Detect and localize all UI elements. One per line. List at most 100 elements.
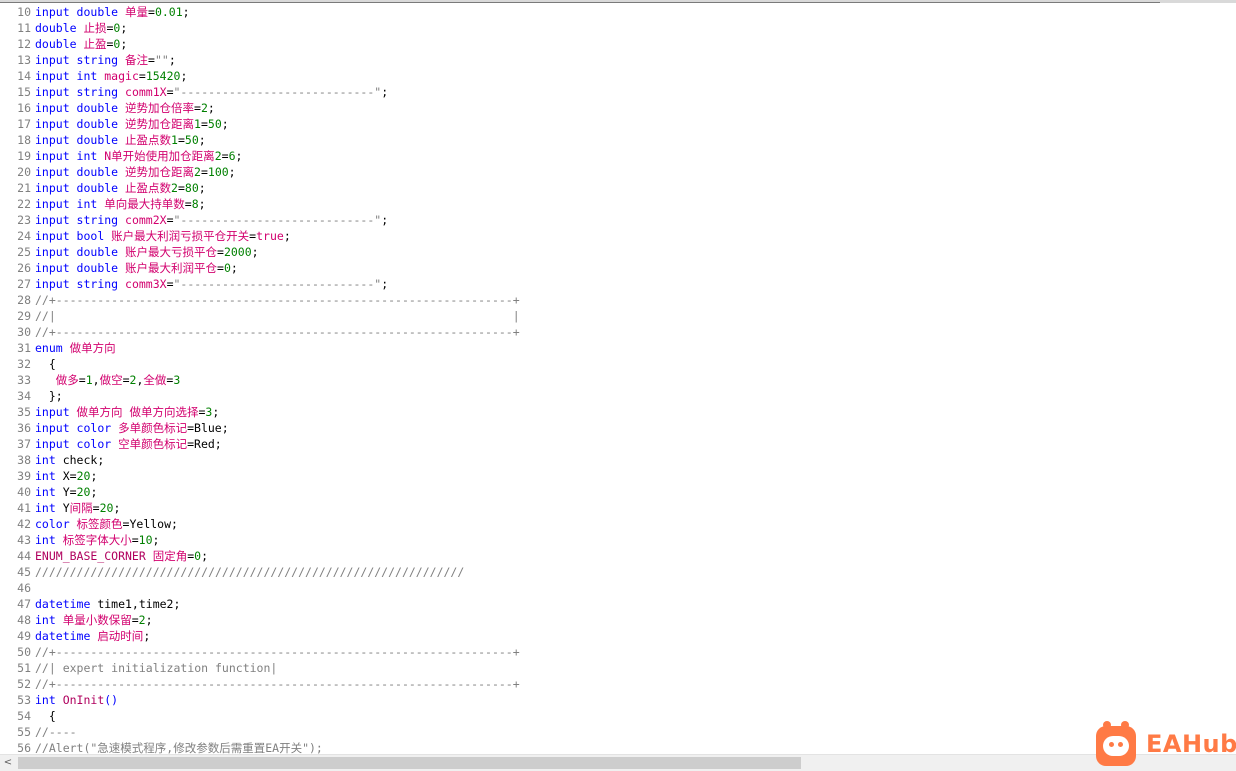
code-text[interactable]: input double 逆势加仓距离1=50;: [35, 116, 229, 132]
code-line[interactable]: 39 int X=20;: [0, 468, 1236, 484]
code-text[interactable]: input double 账户最大利润平仓=0;: [35, 260, 238, 276]
code-text[interactable]: input int N单开始使用加仓距离2=6;: [35, 148, 242, 164]
code-line[interactable]: 29 //| |: [0, 308, 1236, 324]
code-text[interactable]: int Y=20;: [35, 484, 97, 500]
code-text[interactable]: input color 空单颜色标记=Red;: [35, 436, 222, 452]
horizontal-scrollbar[interactable]: <: [0, 754, 1236, 771]
code-line[interactable]: 47 datetime time1,time2;: [0, 596, 1236, 612]
code-line[interactable]: 38 int check;: [0, 452, 1236, 468]
code-text[interactable]: input string comm2X="-------------------…: [35, 212, 388, 228]
code-text[interactable]: int OnInit(): [35, 692, 118, 708]
code-line[interactable]: 20 input double 逆势加仓距离2=100;: [0, 164, 1236, 180]
code-line[interactable]: 25 input double 账户最大亏损平仓=2000;: [0, 244, 1236, 260]
code-line[interactable]: 48 int 单量小数保留=2;: [0, 612, 1236, 628]
code-text[interactable]: int check;: [35, 452, 104, 468]
code-text[interactable]: //Alert("急速模式程序,修改参数后需重置EA开关");: [35, 740, 323, 754]
code-line[interactable]: 30 //+-----------------------------------…: [0, 324, 1236, 340]
code-line[interactable]: 37 input color 空单颜色标记=Red;: [0, 436, 1236, 452]
code-text[interactable]: input double 逆势加仓倍率=2;: [35, 100, 215, 116]
code-line[interactable]: 10 input double 单量=0.01;: [0, 4, 1236, 20]
code-text[interactable]: input string comm3X="-------------------…: [35, 276, 388, 292]
code-text[interactable]: //| |: [35, 308, 520, 324]
code-line[interactable]: 51 //| expert initialization function|: [0, 660, 1236, 676]
code-line[interactable]: 49 datetime 启动时间;: [0, 628, 1236, 644]
code-line[interactable]: 42 color 标签颜色=Yellow;: [0, 516, 1236, 532]
code-line[interactable]: 28 //+-----------------------------------…: [0, 292, 1236, 308]
code-editor[interactable]: 10 input double 单量=0.01; 11 double 止损=0; 12 d…: [0, 4, 1236, 754]
code-text[interactable]: input string 备注="";: [35, 52, 176, 68]
code-text[interactable]: input bool 账户最大利润亏损平仓开关=true;: [35, 228, 291, 244]
code-line[interactable]: 45 //////////////////////////////////////…: [0, 564, 1236, 580]
code-line[interactable]: 46: [0, 580, 1236, 596]
code-line[interactable]: 14 input int magic=15420;: [0, 68, 1236, 84]
code-text[interactable]: int 标签字体大小=10;: [35, 532, 159, 548]
code-text[interactable]: ////////////////////////////////////////…: [35, 564, 464, 580]
code-line[interactable]: 31 enum 做单方向: [0, 340, 1236, 356]
code-text[interactable]: input double 账户最大亏损平仓=2000;: [35, 244, 259, 260]
code-text[interactable]: datetime 启动时间;: [35, 628, 150, 644]
code-text[interactable]: input double 逆势加仓距离2=100;: [35, 164, 236, 180]
code-line[interactable]: 24 input bool 账户最大利润亏损平仓开关=true;: [0, 228, 1236, 244]
code-line[interactable]: 52 //+-----------------------------------…: [0, 676, 1236, 692]
code-line[interactable]: 26 input double 账户最大利润平仓=0;: [0, 260, 1236, 276]
code-line[interactable]: 44 ENUM_BASE_CORNER 固定角=0;: [0, 548, 1236, 564]
code-text[interactable]: color 标签颜色=Yellow;: [35, 516, 178, 532]
code-text[interactable]: ENUM_BASE_CORNER 固定角=0;: [35, 548, 208, 564]
code-text[interactable]: input color 多单颜色标记=Blue;: [35, 420, 229, 436]
code-text[interactable]: };: [35, 388, 63, 404]
code-line[interactable]: 36 input color 多单颜色标记=Blue;: [0, 420, 1236, 436]
code-text[interactable]: //----: [35, 724, 77, 740]
code-line[interactable]: 23 input string comm2X="-----------------…: [0, 212, 1236, 228]
line-number: 33: [17, 373, 31, 387]
code-line[interactable]: 11 double 止损=0;: [0, 20, 1236, 36]
code-line[interactable]: 32 {: [0, 356, 1236, 372]
code-line[interactable]: 13 input string 备注="";: [0, 52, 1236, 68]
code-line[interactable]: 40 int Y=20;: [0, 484, 1236, 500]
code-text[interactable]: int X=20;: [35, 468, 97, 484]
code-line[interactable]: 55 //----: [0, 724, 1236, 740]
code-line[interactable]: 56 //Alert("急速模式程序,修改参数后需重置EA开关");: [0, 740, 1236, 754]
code-line[interactable]: 34 };: [0, 388, 1236, 404]
code-line[interactable]: 18 input double 止盈点数1=50;: [0, 132, 1236, 148]
code-line[interactable]: 17 input double 逆势加仓距离1=50;: [0, 116, 1236, 132]
line-number: 43: [17, 533, 31, 547]
code-line[interactable]: 21 input double 止盈点数2=80;: [0, 180, 1236, 196]
code-text[interactable]: //+-------------------------------------…: [35, 292, 520, 308]
code-text[interactable]: {: [35, 708, 56, 724]
code-text[interactable]: input double 止盈点数1=50;: [35, 132, 206, 148]
code-line[interactable]: 54 {: [0, 708, 1236, 724]
code-text[interactable]: input double 止盈点数2=80;: [35, 180, 206, 196]
code-line[interactable]: 50 //+-----------------------------------…: [0, 644, 1236, 660]
code-text[interactable]: input int 单向最大持单数=8;: [35, 196, 206, 212]
code-text[interactable]: //| expert initialization function|: [35, 660, 277, 676]
code-text[interactable]: input string comm1X="-------------------…: [35, 84, 388, 100]
code-text[interactable]: int Y间隔=20;: [35, 500, 120, 516]
code-text[interactable]: int 单量小数保留=2;: [35, 612, 153, 628]
code-text[interactable]: input double 单量=0.01;: [35, 4, 190, 20]
code-text[interactable]: input int magic=15420;: [35, 68, 187, 84]
code-text[interactable]: //+-------------------------------------…: [35, 644, 520, 660]
code-line[interactable]: 41 int Y间隔=20;: [0, 500, 1236, 516]
code-text[interactable]: //+-------------------------------------…: [35, 676, 520, 692]
code-text[interactable]: double 止损=0;: [35, 20, 127, 36]
code-line[interactable]: 43 int 标签字体大小=10;: [0, 532, 1236, 548]
code-text[interactable]: input 做单方向 做单方向选择=3;: [35, 404, 219, 420]
scrollbar-thumb[interactable]: [18, 757, 801, 769]
code-line[interactable]: 19 input int N单开始使用加仓距离2=6;: [0, 148, 1236, 164]
code-text[interactable]: //+-------------------------------------…: [35, 324, 520, 340]
code-line[interactable]: 35 input 做单方向 做单方向选择=3;: [0, 404, 1236, 420]
code-line[interactable]: 33 做多=1,做空=2,全做=3: [0, 372, 1236, 388]
code-line[interactable]: 27 input string comm3X="-----------------…: [0, 276, 1236, 292]
code-line[interactable]: 53 int OnInit(): [0, 692, 1236, 708]
code-line[interactable]: 22 input int 单向最大持单数=8;: [0, 196, 1236, 212]
code-text[interactable]: 做多=1,做空=2,全做=3: [35, 372, 181, 388]
scroll-left-arrow-icon[interactable]: <: [0, 755, 16, 771]
code-line[interactable]: 15 input string comm1X="-----------------…: [0, 84, 1236, 100]
code-line[interactable]: 12 double 止盈=0;: [0, 36, 1236, 52]
code-line[interactable]: 16 input double 逆势加仓倍率=2;: [0, 100, 1236, 116]
code-text[interactable]: double 止盈=0;: [35, 36, 127, 52]
code-text[interactable]: enum 做单方向: [35, 340, 116, 356]
code-token: 1: [85, 373, 93, 387]
code-text[interactable]: datetime time1,time2;: [35, 596, 180, 612]
code-text[interactable]: {: [35, 356, 56, 372]
